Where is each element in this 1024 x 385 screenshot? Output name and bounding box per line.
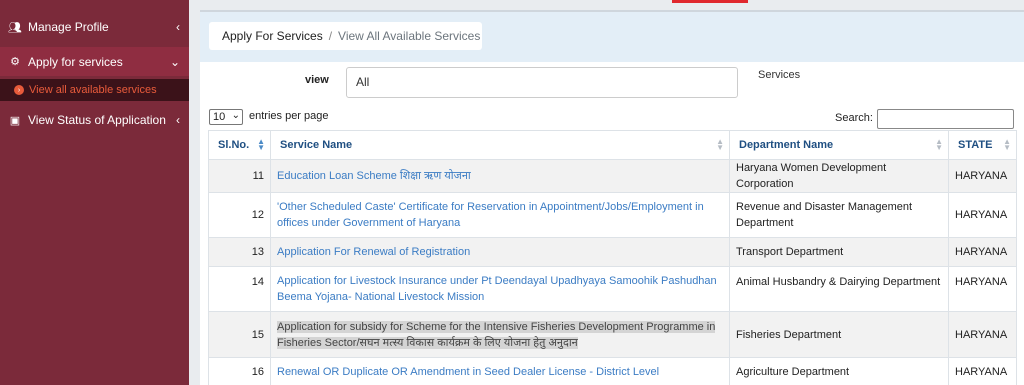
table-row: 13 Application For Renewal of Registrati… [208, 237, 1017, 267]
department-cell: Animal Husbandry & Dairying Department [729, 266, 949, 312]
chevron-left-icon: ‹ [176, 113, 180, 127]
view-label: view [305, 74, 329, 86]
state-cell: HARYANA [948, 311, 1017, 358]
table-row: 12 'Other Scheduled Caste' Certificate f… [208, 192, 1017, 238]
view-select[interactable]: All [346, 67, 738, 98]
sort-asc-icon: ▲ ▼ [257, 137, 265, 152]
row-number: 14 [208, 266, 271, 312]
sidebar-item-label: View Status of Application [28, 113, 166, 127]
breadcrumb-apply-for-services[interactable]: Apply For Services [222, 29, 323, 43]
users-icon: 👥︎ [8, 21, 22, 34]
row-number: 15 [208, 311, 271, 358]
table-row: 14 Application for Livestock Insurance u… [208, 266, 1017, 312]
entries-per-page-label: entries per page [249, 110, 329, 122]
gears-icon: ⚙︎ [10, 56, 20, 68]
department-cell: Revenue and Disaster Management Departme… [729, 192, 949, 238]
state-cell: HARYANA [948, 237, 1017, 267]
chevron-down-icon: ⌄ [231, 110, 240, 121]
department-cell: Agriculture Department [729, 357, 949, 385]
services-label: Services [758, 69, 801, 81]
department-cell: Haryana Women Development Corporation [729, 159, 949, 193]
state-cell: HARYANA [948, 192, 1017, 238]
table-row: 15 Application for subsidy for Scheme fo… [208, 311, 1017, 358]
sidebar: 👥︎ Manage Profile ‹ ⚙︎ Apply for service… [0, 0, 189, 385]
state-cell: HARYANA [948, 159, 1017, 193]
service-link[interactable]: Education Loan Scheme शिक्षा ऋण योजना [277, 170, 471, 182]
arrow-circle-icon: › [14, 85, 24, 95]
sidebar-item-view-status[interactable]: ▣ View Status of Application ‹ [0, 107, 189, 133]
breadcrumb-separator: / [328, 29, 333, 43]
row-number: 11 [208, 159, 271, 193]
main-panel: Apply For Services / View All Available … [200, 12, 1024, 385]
table-row: 16 Renewal OR Duplicate OR Amendment in … [208, 357, 1017, 385]
column-header-state[interactable]: STATE ▲ ▼ [948, 130, 1017, 160]
row-number: 13 [208, 237, 271, 267]
column-header-department-name[interactable]: Department Name ▲ ▼ [729, 130, 949, 160]
service-link[interactable]: Renewal OR Duplicate OR Amendment in See… [277, 366, 659, 378]
row-number: 16 [208, 357, 271, 385]
state-cell: HARYANA [948, 266, 1017, 312]
search-label: Search: [835, 112, 873, 124]
accent-bar [672, 0, 748, 3]
service-link[interactable]: 'Other Scheduled Caste' Certificate for … [277, 201, 704, 229]
entries-per-page-select[interactable]: 10 ⌄ [209, 109, 243, 125]
state-cell: HARYANA [948, 357, 1017, 385]
search-input[interactable] [877, 109, 1014, 129]
row-number: 12 [208, 192, 271, 238]
chevron-left-icon: ‹ [176, 20, 180, 34]
sort-icon: ▲ ▼ [935, 137, 943, 152]
breadcrumb: Apply For Services / View All Available … [209, 22, 482, 50]
chevron-down-icon: ⌄ [169, 54, 180, 69]
service-link[interactable]: Application For Renewal of Registration [277, 246, 470, 258]
sort-icon: ▲ ▼ [1003, 137, 1011, 152]
service-link[interactable]: Application for Livestock Insurance unde… [277, 275, 717, 303]
breadcrumb-current: View All Available Services [338, 29, 481, 43]
table-header-row: Sl.No. ▲ ▼ Service Name ▲ ▼ Department Name ▲… [208, 130, 1017, 160]
column-header-service-name[interactable]: Service Name ▲ ▼ [270, 130, 730, 160]
sidebar-item-manage-profile[interactable]: 👥︎ Manage Profile ‹ [0, 14, 189, 40]
entries-value: 10 [213, 111, 226, 123]
services-table: Sl.No. ▲ ▼ Service Name ▲ ▼ Department Name ▲… [208, 130, 1017, 385]
sidebar-item-apply-for-services[interactable]: ⚙︎ Apply for services ⌄ [0, 47, 189, 76]
sort-icon: ▲ ▼ [716, 137, 724, 152]
table-row: 11 Education Loan Scheme शिक्षा ऋण योजना… [208, 159, 1017, 193]
sidebar-subitem-label: View all available services [29, 84, 157, 96]
column-header-slno[interactable]: Sl.No. ▲ ▼ [208, 130, 271, 160]
department-cell: Transport Department [729, 237, 949, 267]
breadcrumb-bar: Apply For Services / View All Available … [200, 12, 1024, 62]
sidebar-item-label: Manage Profile [28, 20, 109, 34]
file-icon: ▣ [9, 114, 21, 127]
department-cell: Fisheries Department [729, 311, 949, 358]
service-link-selected[interactable]: Application for subsidy for Scheme for t… [277, 320, 716, 349]
sidebar-subitem-view-all-services[interactable]: › View all available services [0, 79, 189, 101]
sidebar-item-label: Apply for services [28, 54, 123, 69]
